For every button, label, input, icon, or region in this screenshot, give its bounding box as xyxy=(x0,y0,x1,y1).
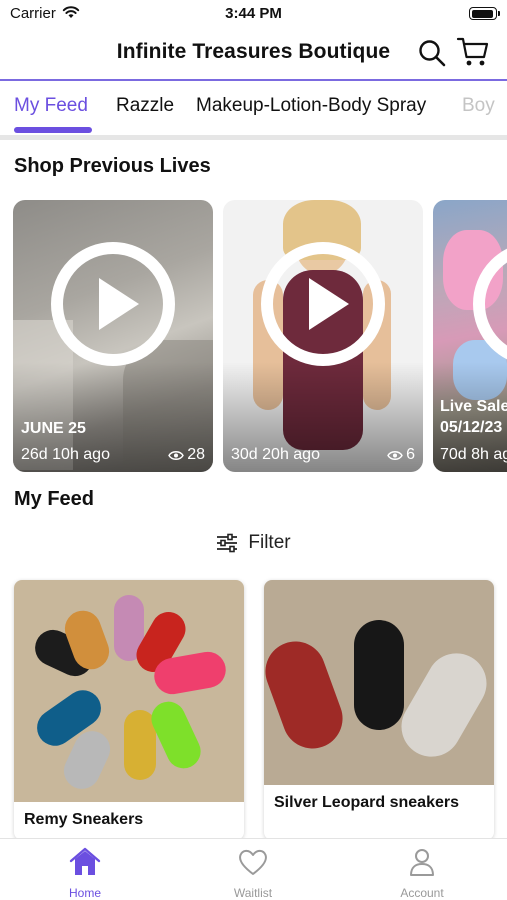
nav-home[interactable]: Home xyxy=(25,847,145,900)
battery-icon xyxy=(469,7,500,20)
live-date: Live Sale 05/12/23 xyxy=(440,398,507,436)
live-time-ago: 70d 8h ago xyxy=(440,446,507,463)
nav-waitlist[interactable]: Waitlist xyxy=(193,847,313,900)
filter-button[interactable]: Filter xyxy=(0,532,507,560)
live-view-count: 6 xyxy=(387,446,415,464)
eye-icon xyxy=(387,450,403,460)
tab-makeup-lotion-body-spray[interactable]: Makeup-Lotion-Body Spray xyxy=(196,95,426,117)
status-bar: Carrier 3:44 PM xyxy=(0,0,507,28)
tab-boy[interactable]: Boy xyxy=(462,95,495,117)
product-name: Remy Sneakers xyxy=(24,811,144,828)
active-tab-indicator xyxy=(14,127,92,133)
live-date: JUNE 25 xyxy=(21,420,86,437)
live-time-ago: 26d 10h ago xyxy=(21,446,110,463)
cart-icon[interactable] xyxy=(456,36,490,68)
tab-my-feed[interactable]: My Feed xyxy=(14,95,88,117)
play-icon[interactable] xyxy=(51,242,175,366)
live-video-card[interactable]: Live Sale 05/12/23 70d 8h ago xyxy=(433,200,507,472)
filter-sliders-icon xyxy=(217,533,238,553)
product-card[interactable]: Remy Sneakers xyxy=(14,580,244,840)
nav-account[interactable]: Account xyxy=(362,847,482,900)
product-card[interactable]: Silver Leopard sneakers xyxy=(264,580,494,840)
section-title-my-feed: My Feed xyxy=(14,488,95,510)
filter-label: Filter xyxy=(248,532,291,553)
category-tabs: My Feed Razzle Makeup-Lotion-Body Spray … xyxy=(0,81,507,135)
home-icon xyxy=(69,847,101,875)
live-time-ago: 30d 20h ago xyxy=(231,446,320,463)
heart-icon xyxy=(239,849,267,875)
status-time: 3:44 PM xyxy=(225,5,282,22)
live-video-card[interactable]: JUNE 25 26d 10h ago 28 xyxy=(13,200,213,472)
product-image xyxy=(14,580,244,802)
live-video-card[interactable]: 30d 20h ago 6 xyxy=(223,200,423,472)
live-view-count: 28 xyxy=(168,446,205,464)
nav-waitlist-label: Waitlist xyxy=(233,886,273,900)
view-count: 28 xyxy=(187,446,205,463)
app-header: Infinite Treasures Boutique xyxy=(0,30,507,78)
search-icon[interactable] xyxy=(417,38,447,68)
product-name: Silver Leopard sneakers xyxy=(274,794,459,811)
play-icon[interactable] xyxy=(261,242,385,366)
tabs-divider xyxy=(0,135,507,140)
product-image xyxy=(264,580,494,785)
account-icon xyxy=(410,849,434,876)
nav-home-label: Home xyxy=(68,886,101,900)
eye-icon xyxy=(168,450,185,460)
bottom-navigation: Home Waitlist Account xyxy=(0,838,507,900)
tab-razzle[interactable]: Razzle xyxy=(116,95,174,117)
nav-account-label: Account xyxy=(400,886,444,900)
view-count: 6 xyxy=(406,446,415,463)
section-title-previous-lives: Shop Previous Lives xyxy=(14,155,211,177)
